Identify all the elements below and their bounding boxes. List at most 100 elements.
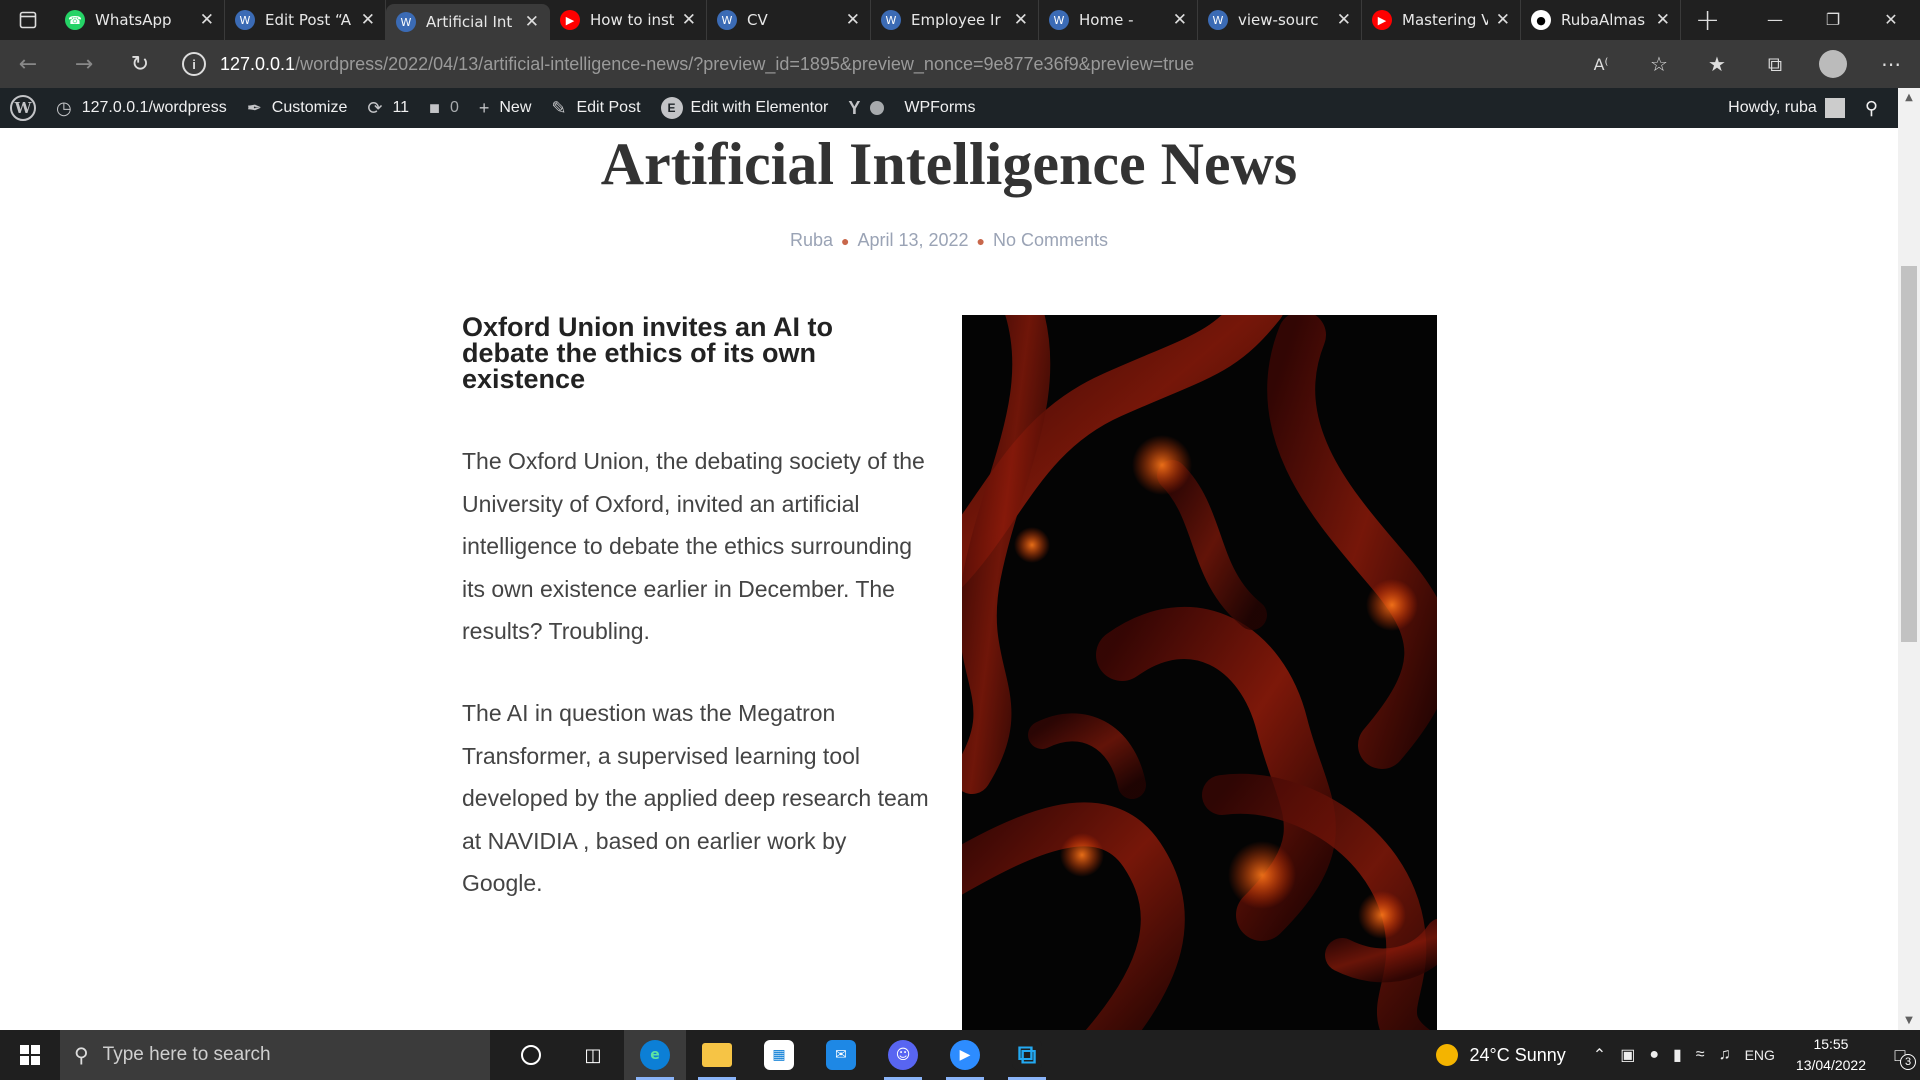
refresh-button[interactable]: ↻ bbox=[112, 52, 168, 77]
scrollbar-thumb[interactable] bbox=[1901, 266, 1917, 642]
close-tab-icon[interactable]: ✕ bbox=[1496, 10, 1510, 30]
show-hidden-icons-icon[interactable]: ⌃ bbox=[1593, 1045, 1606, 1065]
add-favorite-icon[interactable]: ☆ bbox=[1630, 52, 1688, 76]
file-explorer-app[interactable] bbox=[686, 1030, 748, 1080]
browser-tab[interactable]: W Home - ✕ bbox=[1039, 0, 1198, 40]
post-comments-link[interactable]: No Comments bbox=[993, 230, 1108, 250]
meta-separator-icon: ● bbox=[976, 233, 985, 249]
task-view-button[interactable]: ◫ bbox=[562, 1030, 624, 1080]
notification-center-button[interactable]: □ 3 bbox=[1880, 1045, 1920, 1070]
microphone-icon[interactable]: ● bbox=[1649, 1046, 1659, 1064]
site-info-icon[interactable]: i bbox=[182, 52, 206, 76]
whatsapp-icon: ☎ bbox=[65, 10, 85, 30]
close-tab-icon[interactable]: ✕ bbox=[200, 10, 214, 30]
youtube-icon: ▶ bbox=[560, 10, 580, 30]
vscode-app[interactable]: ⧉ bbox=[996, 1030, 1058, 1080]
elementor-label: Edit with Elementor bbox=[690, 99, 829, 116]
browser-tab[interactable]: ● RubaAlmas ✕ bbox=[1521, 0, 1681, 40]
my-account-menu[interactable]: Howdy, ruba bbox=[1718, 88, 1855, 128]
wordpress-site-icon: W bbox=[235, 10, 255, 30]
collections-icon[interactable]: ⧉ bbox=[1746, 52, 1804, 76]
browser-tab[interactable]: ▶ Mastering V ✕ bbox=[1362, 0, 1521, 40]
volume-icon[interactable]: ♫ bbox=[1719, 1046, 1731, 1064]
tab-title: WhatsApp bbox=[95, 11, 172, 29]
dashboard-icon: ◷ bbox=[56, 97, 72, 118]
browser-tab[interactable]: W CV ✕ bbox=[707, 0, 871, 40]
tab-title: RubaAlmas bbox=[1561, 11, 1646, 29]
user-avatar bbox=[1824, 98, 1845, 118]
updates-link[interactable]: ⟳ 11 bbox=[357, 88, 419, 128]
mail-app[interactable]: ✉ bbox=[810, 1030, 872, 1080]
close-tab-icon[interactable]: ✕ bbox=[1337, 10, 1351, 30]
address-bar[interactable]: i 127.0.0.1/wordpress/2022/04/13/artific… bbox=[182, 46, 1652, 82]
system-tray: 24°C Sunny ⌃ ▣ ● ▮ ≈ ♫ ENG 15:55 13/04/2… bbox=[1435, 1030, 1920, 1080]
discord-app[interactable]: ☺ bbox=[872, 1030, 934, 1080]
restore-button[interactable]: ❐ bbox=[1804, 0, 1862, 40]
brush-icon: ✒ bbox=[246, 97, 262, 118]
close-tab-icon[interactable]: ✕ bbox=[846, 10, 860, 30]
browser-tab[interactable]: W Edit Post “A ✕ bbox=[225, 0, 386, 40]
scroll-up-icon[interactable]: ▲ bbox=[1898, 92, 1920, 103]
comment-icon: ■ bbox=[429, 97, 440, 118]
abstract-tubes-image bbox=[962, 315, 1437, 1030]
page-scrollbar[interactable]: ▲ ▼ bbox=[1898, 88, 1920, 1030]
wpforms-link[interactable]: WPForms bbox=[894, 88, 985, 128]
admin-bar-right: Howdy, ruba ⚲ bbox=[1718, 88, 1888, 128]
tab-title: Artificial Int bbox=[426, 13, 513, 31]
browser-tab[interactable]: W Artificial Int ✕ bbox=[386, 4, 550, 40]
close-tab-icon[interactable]: ✕ bbox=[525, 12, 539, 32]
zoom-app[interactable]: ▶ bbox=[934, 1030, 996, 1080]
taskbar-search[interactable]: ⚲ Type here to search bbox=[60, 1030, 490, 1080]
new-label: New bbox=[499, 99, 532, 116]
clock[interactable]: 15:55 13/04/2022 bbox=[1796, 1034, 1866, 1076]
profile-avatar[interactable] bbox=[1819, 50, 1847, 78]
back-button[interactable]: ← bbox=[0, 52, 56, 77]
customize-link[interactable]: ✒ Customize bbox=[237, 88, 358, 128]
site-name-link[interactable]: ◷ 127.0.0.1/wordpress bbox=[46, 88, 237, 128]
search-icon: ⚲ bbox=[1864, 97, 1878, 118]
close-tab-icon[interactable]: ✕ bbox=[1656, 10, 1670, 30]
edge-app[interactable]: e bbox=[624, 1030, 686, 1080]
wifi-icon[interactable]: ≈ bbox=[1696, 1046, 1705, 1064]
battery-icon[interactable]: ▮ bbox=[1673, 1045, 1682, 1065]
meet-now-icon[interactable]: ▣ bbox=[1620, 1045, 1635, 1065]
browser-tab[interactable]: ▶ How to inst ✕ bbox=[550, 0, 707, 40]
window-controls: — ❐ ✕ bbox=[1746, 0, 1920, 40]
tab-title: Home - bbox=[1079, 11, 1134, 29]
browser-tab[interactable]: W Employee Ir ✕ bbox=[871, 0, 1039, 40]
close-tab-icon[interactable]: ✕ bbox=[1014, 10, 1028, 30]
close-tab-icon[interactable]: ✕ bbox=[1173, 10, 1187, 30]
seo-status-dot-icon bbox=[870, 101, 885, 115]
close-tab-icon[interactable]: ✕ bbox=[361, 10, 375, 30]
settings-more-icon[interactable]: ⋯ bbox=[1862, 52, 1920, 76]
close-window-button[interactable]: ✕ bbox=[1862, 0, 1920, 40]
url-path: /wordpress/2022/04/13/artificial-intelli… bbox=[295, 53, 1195, 74]
edit-with-elementor-link[interactable]: E Edit with Elementor bbox=[651, 88, 839, 128]
address-toolbar: ← → ↻ i 127.0.0.1/wordpress/2022/04/13/a… bbox=[0, 40, 1920, 88]
plus-icon: + bbox=[478, 97, 490, 118]
read-aloud-icon[interactable]: A⁽ bbox=[1572, 55, 1630, 74]
edit-post-link[interactable]: ✎ Edit Post bbox=[541, 88, 650, 128]
language-indicator[interactable]: ENG bbox=[1745, 1047, 1775, 1063]
start-button[interactable] bbox=[0, 1030, 60, 1080]
favorites-icon[interactable]: ★ bbox=[1688, 52, 1746, 76]
cortana-button[interactable] bbox=[500, 1030, 562, 1080]
store-app[interactable]: ▦ bbox=[748, 1030, 810, 1080]
wordpress-menu[interactable]: W bbox=[0, 88, 46, 128]
elementor-icon: E bbox=[660, 97, 683, 119]
close-tab-icon[interactable]: ✕ bbox=[682, 10, 696, 30]
post-author-link[interactable]: Ruba bbox=[790, 230, 833, 250]
forward-button[interactable]: → bbox=[56, 52, 112, 77]
new-tab-button[interactable]: + bbox=[1695, 3, 1720, 38]
browser-tab[interactable]: ☎ WhatsApp ✕ bbox=[55, 0, 225, 40]
new-content-link[interactable]: + New bbox=[469, 88, 542, 128]
browser-tab[interactable]: Wview-sourc ✕ bbox=[1198, 0, 1362, 40]
minimize-button[interactable]: — bbox=[1746, 0, 1804, 40]
post-date-link[interactable]: April 13, 2022 bbox=[857, 230, 968, 250]
scroll-down-icon[interactable]: ▼ bbox=[1898, 1015, 1920, 1026]
tab-actions-button[interactable] bbox=[0, 0, 55, 40]
weather-widget[interactable]: 24°C Sunny bbox=[1470, 1045, 1566, 1066]
admin-search-button[interactable]: ⚲ bbox=[1855, 88, 1888, 128]
yoast-seo-menu[interactable]: Y bbox=[838, 88, 894, 128]
comments-link[interactable]: ■ 0 bbox=[419, 88, 469, 128]
